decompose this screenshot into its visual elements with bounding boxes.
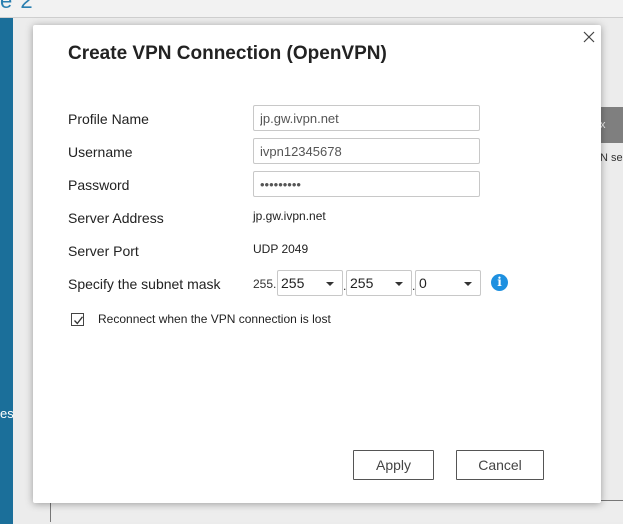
vpn-connection-dialog: Create VPN Connection (OpenVPN) Profile … — [33, 25, 601, 503]
subnet-octet-3-value: 255 — [350, 275, 374, 291]
server-port-label: Server Port — [68, 243, 139, 259]
background-button: x — [598, 107, 623, 143]
reconnect-checkbox[interactable] — [71, 313, 84, 326]
close-icon[interactable] — [582, 30, 596, 44]
subnet-octet-2-select[interactable]: 255 — [277, 270, 343, 296]
subnet-octet-4-value: 0 — [419, 275, 427, 291]
password-input[interactable] — [253, 171, 480, 197]
profile-name-row: Profile Name — [68, 105, 588, 131]
server-address-row: Server Address jp.gw.ivpn.net — [68, 204, 588, 230]
subnet-mask-group: 255. 255 . 255 . 0 i — [253, 270, 523, 296]
subnet-octet-3-select[interactable]: 255 — [346, 270, 412, 296]
subnet-octet-4-select[interactable]: 0 — [415, 270, 481, 296]
apply-button[interactable]: Apply — [353, 450, 434, 480]
background-header — [0, 0, 623, 18]
server-address-label: Server Address — [68, 210, 164, 226]
info-icon[interactable]: i — [491, 274, 508, 291]
background-sidebar-label: es — [0, 406, 14, 421]
reconnect-label: Reconnect when the VPN connection is los… — [98, 312, 331, 326]
username-row: Username — [68, 138, 588, 164]
username-label: Username — [68, 144, 133, 160]
background-panel — [50, 500, 623, 522]
server-port-row: Server Port UDP 2049 — [68, 237, 588, 263]
background-text: N se — [600, 152, 623, 164]
profile-name-label: Profile Name — [68, 111, 149, 127]
chevron-down-icon — [326, 282, 334, 286]
chevron-down-icon — [464, 282, 472, 286]
background-page-title: e 2 — [0, 0, 34, 13]
server-port-value: UDP 2049 — [253, 242, 309, 256]
subnet-octet-2-value: 255 — [281, 275, 305, 291]
password-row: Password — [68, 171, 588, 197]
server-address-value: jp.gw.ivpn.net — [253, 209, 326, 223]
chevron-down-icon — [395, 282, 403, 286]
reconnect-option[interactable]: Reconnect when the VPN connection is los… — [71, 311, 471, 327]
subnet-mask-row: Specify the subnet mask 255. 255 . 255 .… — [68, 270, 588, 296]
cancel-button[interactable]: Cancel — [456, 450, 544, 480]
subnet-mask-label: Specify the subnet mask — [68, 276, 221, 292]
dialog-title: Create VPN Connection (OpenVPN) — [68, 43, 387, 64]
username-input[interactable] — [253, 138, 480, 164]
password-label: Password — [68, 177, 130, 193]
profile-name-input[interactable] — [253, 105, 480, 131]
subnet-octet-1: 255. — [253, 277, 277, 291]
background-sidebar — [0, 18, 13, 524]
